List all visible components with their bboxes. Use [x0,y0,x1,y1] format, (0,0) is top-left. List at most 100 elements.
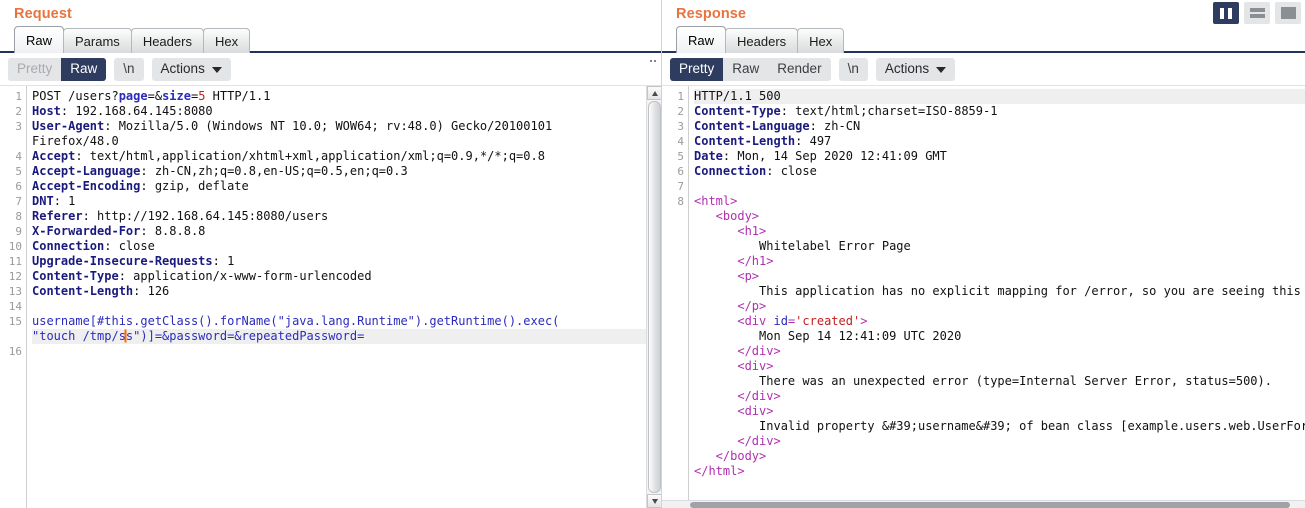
response-code-token: HTTP/1.1 500 [694,89,781,103]
response-toolbar: Pretty Raw Render \n Actions [662,53,1305,85]
request-vertical-scrollbar[interactable] [646,86,661,508]
request-raw-button[interactable]: Raw [61,57,107,81]
response-code-token: <body> [694,209,760,223]
stacked-layout-icon[interactable] [1244,2,1270,24]
request-line-number: 6 [15,180,22,193]
response-code-token: This application has no explicit mapping… [759,284,1301,298]
response-line-number [662,419,688,434]
response-line-number [662,389,688,404]
response-code-line: <body> [694,209,1305,224]
request-line-number: 1 [15,90,22,103]
response-code-line: </html> [694,464,1305,479]
response-render-button[interactable]: Render [768,57,831,81]
burp-request-response-viewer: Request Raw Params Headers Hex Pretty Raw \… [0,0,1305,508]
response-line-number [662,344,688,359]
request-code-token: : 1 [212,254,235,268]
response-code-line: <div> [694,404,1305,419]
response-code-token: </html> [694,464,745,478]
response-line-number: 7 [677,180,684,193]
response-line-number [662,464,688,479]
request-scroll-thumb[interactable] [648,101,661,493]
response-code-line: </div> [694,389,1305,404]
response-code-line: <div> [694,359,1305,374]
response-code-line: Content-Length: 497 [694,134,1305,149]
request-line-number [0,134,26,149]
request-toolbar: Pretty Raw \n Actions [0,53,661,85]
request-code-token: : 192.168.64.145:8080 [60,104,213,118]
request-code-token: Accept-Language [32,164,141,178]
request-code-token: POST /users? [32,89,119,103]
response-code-token: id [773,314,788,328]
request-code-token: size [162,89,191,103]
response-code-line: Date: Mon, 14 Sep 2020 12:41:09 GMT [694,149,1305,164]
response-code-line: HTTP/1.1 500 [694,89,1305,104]
single-pane-layout-icon[interactable] [1275,2,1301,24]
response-code-line: </body> [694,449,1305,464]
response-code-line: Invalid property &#39;username&#39; of b… [694,419,1305,434]
panel-divider-handle[interactable] [650,59,658,63]
request-pretty-button[interactable]: Pretty [8,57,62,81]
request-line-number: 5 [15,165,22,178]
response-code-token: Mon Sep 14 12:41:09 UTC 2020 [694,329,962,343]
request-line-number: 10 [8,240,22,253]
response-code-token: Content-Language [694,119,810,133]
response-code-area[interactable]: HTTP/1.1 500 Content-Type: text/html;char… [689,86,1305,508]
response-code-line: </div> [694,434,1305,449]
request-code-token: Content-Length [32,284,134,298]
side-by-side-layout-icon[interactable] [1213,2,1239,24]
response-code-line: This application has no explicit mapping… [694,284,1305,299]
response-code-line: <html> [694,194,1305,209]
response-tab-hex[interactable]: Hex [797,28,845,53]
response-tab-headers[interactable]: Headers [725,28,799,53]
response-tab-raw[interactable]: Raw [676,26,727,53]
response-code-line: Content-Type: text/html;charset=ISO-8859… [694,104,1305,119]
request-code-token: : 126 [133,284,170,298]
response-code-token: There was an unexpected error (type=Inte… [694,374,1272,388]
response-raw-button[interactable]: Raw [723,57,769,81]
request-code-line: Connection: close [32,239,661,254]
scroll-up-arrow-icon[interactable] [647,86,661,100]
request-tab-headers[interactable]: Headers [130,28,204,53]
scroll-down-arrow-icon[interactable] [647,494,661,508]
request-line-gutter: 123 4 5 6 7 8 9 10 11 12 13 14 15 16 [0,86,27,508]
request-code-area[interactable]: POST /users?page=&size=5 HTTP/1.1 Host: 1… [27,86,661,508]
request-code-token: Content-Type [32,269,119,283]
request-actions-button[interactable]: Actions [151,57,231,81]
request-tab-hex[interactable]: Hex [202,28,251,53]
response-code-line: Content-Language: zh-CN [694,119,1305,134]
request-code-line: username[#this.getClass().forName("java.… [32,314,661,329]
request-line-number: 15 [8,315,22,328]
response-editor[interactable]: 1 2 3 4 5 6 7 8 HTTP/1.1 500 Content-Type: text/… [662,85,1305,508]
response-code-token: Date [694,149,723,163]
response-code-line: <h1> [694,224,1305,239]
request-tab-params[interactable]: Params [63,28,132,53]
response-horizontal-scrollbar[interactable] [662,500,1305,508]
request-code-token: "touch /tmp/s [32,329,126,343]
response-line-number: 2 [677,105,684,118]
response-pretty-button[interactable]: Pretty [670,57,724,81]
divider-dot [650,60,652,62]
request-code-line: Content-Type: application/x-www-form-url… [32,269,661,284]
response-code-line: </h1> [694,254,1305,269]
response-code-token: </div> [694,434,781,448]
response-newline-button[interactable]: \n [838,57,868,81]
request-line-number: 2 [15,105,22,118]
request-code-token: : application/x-www-form-urlencoded [118,269,372,283]
response-line-number: 3 [677,120,684,133]
response-line-number [662,239,688,254]
request-tabstrip: Raw Params Headers Hex [0,26,661,53]
chevron-down-icon [211,66,222,73]
response-hscroll-thumb[interactable] [690,502,1290,508]
request-line-number: 14 [8,300,22,313]
response-code-token: : 497 [795,134,832,148]
request-newline-button[interactable]: \n [114,57,144,81]
request-code-token: User-Agent [32,119,105,133]
request-editor[interactable]: 123 4 5 6 7 8 9 10 11 12 13 14 15 16 POST /users?pa… [0,85,661,508]
request-code-line: POST /users?page=&size=5 HTTP/1.1 [32,89,661,104]
request-tab-raw[interactable]: Raw [14,26,65,53]
response-code-token: : zh-CN [809,119,861,133]
response-view-mode-group: Pretty Raw Render [670,57,831,81]
response-actions-button[interactable]: Actions [875,57,956,81]
response-code-token: </body> [694,449,767,463]
response-code-token: Content-Length [694,134,796,148]
